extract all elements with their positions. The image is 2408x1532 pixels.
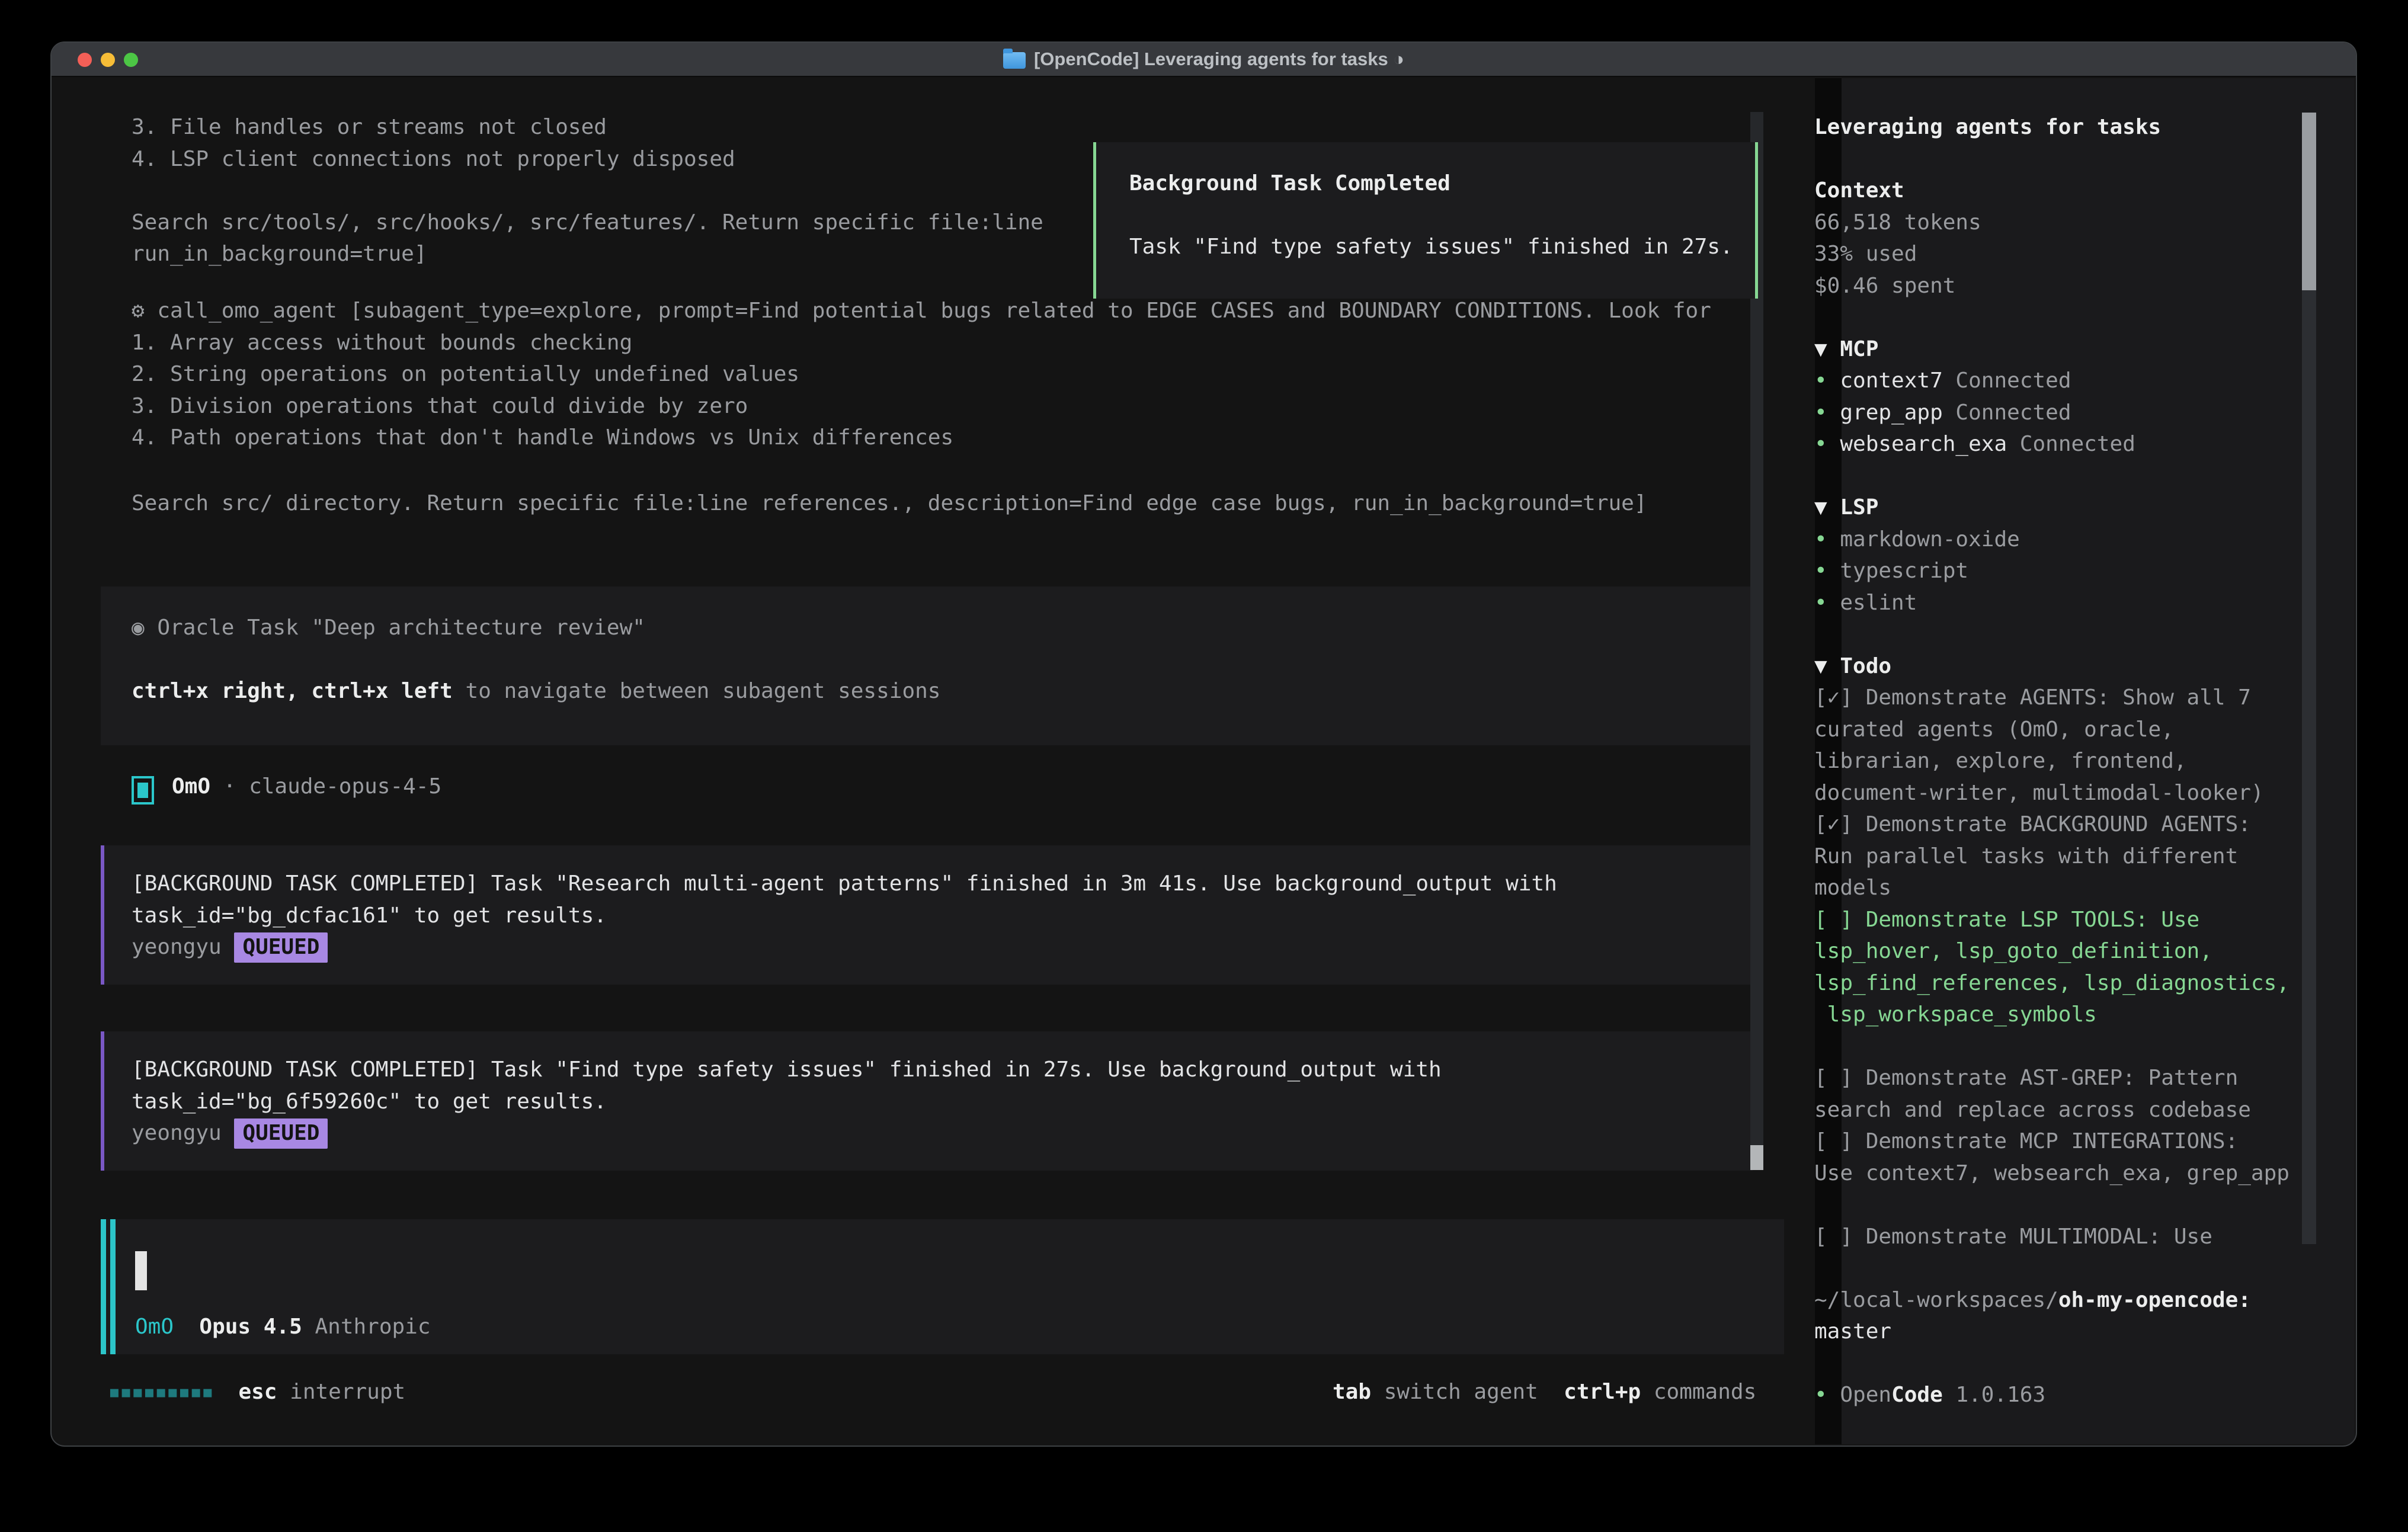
oracle-task-card: ◉ Oracle Task "Deep architecture review"…	[101, 586, 1757, 745]
text-line: • markdown-oxide	[1814, 524, 2289, 556]
text-line: Leveraging agents for tasks	[1814, 111, 2289, 143]
text-line: • OpenCode 1.0.163	[1814, 1379, 2289, 1411]
text-line: lsp_hover, lsp_goto_definition,	[1814, 935, 2289, 967]
text-line: models	[1814, 872, 2289, 904]
sidebar-content: Leveraging agents for tasks Context66,518…	[1814, 111, 2289, 1411]
text-cursor	[135, 1251, 147, 1290]
text-line: 66,518 tokens	[1814, 207, 2289, 239]
text-line: master	[1814, 1316, 2289, 1348]
text-line: [ ] Demonstrate MULTIMODAL: Use	[1814, 1221, 2289, 1253]
omo-agent-header: OmO · claude-opus-4-5	[172, 771, 441, 803]
text-line: Use context7, websearch_exa, grep_app	[1814, 1158, 2289, 1190]
text-line: ⚙ call_omo_agent [subagent_type=explore,…	[132, 295, 1711, 327]
text-line: yeongyu QUEUED	[132, 1117, 1753, 1149]
text-line: OmO · claude-opus-4-5	[172, 771, 441, 803]
text-line: 2. String operations on potentially unde…	[132, 358, 1711, 390]
search-src-text: Search src/ directory. Return specific f…	[132, 488, 1647, 520]
text-line: [✓] Demonstrate AGENTS: Show all 7	[1814, 682, 2289, 714]
text-line	[1129, 200, 1755, 232]
text-line: 4. LSP client connections not properly d…	[132, 143, 1043, 175]
text-line: 4. Path operations that don't handle Win…	[132, 422, 1711, 454]
text-line: OmO Opus 4.5 Anthropic	[135, 1311, 431, 1343]
text-line	[132, 644, 1757, 676]
text-line: 3. File handles or streams not closed	[132, 111, 1043, 143]
text-line: ◉ Oracle Task "Deep architecture review"	[132, 612, 1757, 644]
text-line: Search src/ directory. Return specific f…	[132, 488, 1647, 520]
folder-icon	[1003, 52, 1026, 69]
text-line: Context	[1814, 175, 2289, 207]
text-line: yeongyu QUEUED	[132, 931, 1753, 963]
model-indicator: OmO Opus 4.5 Anthropic	[135, 1311, 431, 1343]
text-line: [ ] Demonstrate AST-GREP: Pattern	[1814, 1062, 2289, 1094]
call-omo-agent-text: ⚙ call_omo_agent [subagent_type=explore,…	[132, 295, 1711, 454]
tool-output-text: 3. File handles or streams not closed4. …	[132, 111, 1043, 270]
text-line: ~/local-workspaces/oh-my-opencode:	[1814, 1284, 2289, 1316]
text-line: ▼ MCP	[1814, 334, 2289, 366]
text-line: ▪▪▪▪▪▪▪▪▪ esc interrupt	[108, 1376, 405, 1408]
sidebar-scrollbar-thumb[interactable]	[2302, 113, 2316, 290]
text-line	[1814, 302, 2289, 334]
text-line: [BACKGROUND TASK COMPLETED] Task "Resear…	[132, 868, 1753, 900]
text-line: • eslint	[1814, 587, 2289, 619]
text-line: Search src/tools/, src/hooks/, src/featu…	[132, 207, 1043, 239]
statusbar-shortcuts: tab switch agent ctrl+p commands	[1333, 1376, 1756, 1408]
window-title-area: [OpenCode] Leveraging agents for tasks ◑	[1003, 49, 1404, 70]
background-task-message-2: [BACKGROUND TASK COMPLETED] Task "Find t…	[101, 1031, 1753, 1171]
close-button[interactable]	[78, 53, 92, 67]
text-line: $0.46 spent	[1814, 270, 2289, 302]
text-line: 1. Array access without bounds checking	[132, 327, 1711, 359]
main-scrollbar-thumb[interactable]	[1750, 1145, 1763, 1170]
text-line: • grep_app Connected	[1814, 397, 2289, 429]
statusbar-left: ▪▪▪▪▪▪▪▪▪ esc interrupt	[108, 1376, 405, 1408]
text-line	[1814, 1348, 2289, 1380]
text-line: tab switch agent ctrl+p commands	[1333, 1376, 1756, 1408]
omo-agent-icon	[132, 776, 154, 805]
text-line: librarian, explore, frontend,	[1814, 745, 2289, 777]
text-line: [ ] Demonstrate MCP INTEGRATIONS:	[1814, 1126, 2289, 1158]
text-line: 33% used	[1814, 238, 2289, 270]
minimize-button[interactable]	[101, 53, 115, 67]
window-title: [OpenCode] Leveraging agents for tasks ◑	[1034, 49, 1404, 70]
text-line: ▼ Todo	[1814, 650, 2289, 682]
text-line: • typescript	[1814, 555, 2289, 587]
text-line	[1814, 618, 2289, 650]
text-line: document-writer, multimodal-looker)	[1814, 777, 2289, 809]
text-line: Run parallel tasks with different	[1814, 841, 2289, 873]
text-line: ctrl+x right, ctrl+x left to navigate be…	[132, 675, 1757, 707]
text-line: lsp_find_references, lsp_diagnostics,	[1814, 967, 2289, 999]
text-line: • websearch_exa Connected	[1814, 428, 2289, 460]
text-line: task_id="bg_6f59260c" to get results.	[132, 1086, 1753, 1118]
text-line: lsp_workspace_symbols	[1814, 999, 2289, 1031]
text-line: • context7 Connected	[1814, 365, 2289, 397]
text-line: [ ] Demonstrate LSP TOOLS: Use	[1814, 904, 2289, 936]
text-line: run_in_background=true]	[132, 238, 1043, 270]
zoom-button[interactable]	[124, 53, 138, 67]
text-line: Task "Find type safety issues" finished …	[1129, 231, 1755, 263]
desktop: [OpenCode] Leveraging agents for tasks ◑…	[0, 0, 2408, 1532]
text-line: curated agents (OmO, oracle,	[1814, 714, 2289, 746]
window-titlebar[interactable]: [OpenCode] Leveraging agents for tasks ◑	[52, 43, 2356, 77]
background-task-message-1: [BACKGROUND TASK COMPLETED] Task "Resear…	[101, 845, 1753, 985]
text-line: Background Task Completed	[1129, 168, 1755, 200]
text-line	[1814, 460, 2289, 492]
text-line	[1814, 1031, 2289, 1063]
text-line: [BACKGROUND TASK COMPLETED] Task "Find t…	[132, 1054, 1753, 1086]
text-line: 3. Division operations that could divide…	[132, 390, 1711, 422]
text-line: search and replace across codebase	[1814, 1094, 2289, 1126]
traffic-lights	[78, 53, 138, 67]
text-line	[1814, 143, 2289, 175]
text-line	[1814, 1252, 2289, 1284]
background-task-toast: Background Task Completed Task "Find type…	[1093, 142, 1758, 299]
text-line: [✓] Demonstrate BACKGROUND AGENTS:	[1814, 809, 2289, 841]
text-line	[132, 175, 1043, 207]
text-line	[1814, 1189, 2289, 1221]
text-line: task_id="bg_dcfac161" to get results.	[132, 900, 1753, 932]
text-line: ▼ LSP	[1814, 492, 2289, 524]
